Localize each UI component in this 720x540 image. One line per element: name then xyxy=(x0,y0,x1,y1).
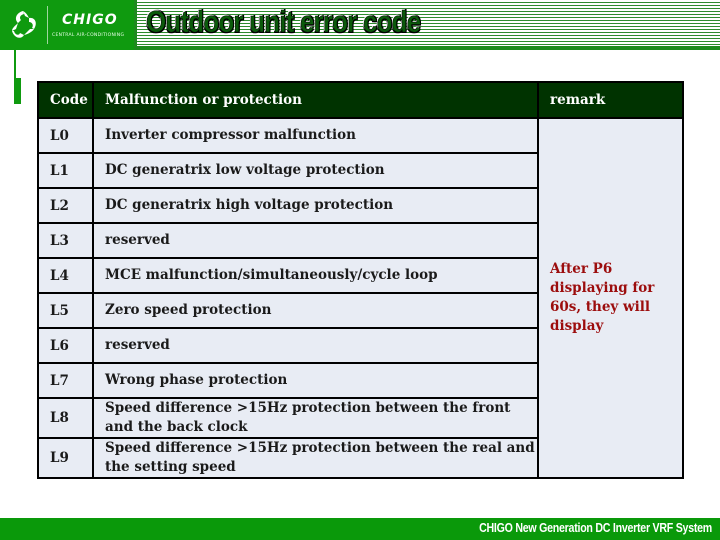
slide-footer: CHIGO New Generation DC Inverter VRF Sys… xyxy=(0,518,720,540)
error-code-table: Code Malfunction or protection remark L0… xyxy=(37,81,684,479)
page-title: Outdoor unit error code xyxy=(146,4,422,40)
error-description: reserved xyxy=(92,327,539,364)
error-description: Wrong phase protection xyxy=(92,362,539,399)
error-code: L5 xyxy=(37,292,94,329)
error-code: L8 xyxy=(37,397,94,439)
error-description: Speed difference >15Hz protection betwee… xyxy=(92,397,539,439)
footer-text: CHIGO New Generation DC Inverter VRF Sys… xyxy=(479,521,712,535)
error-description: Speed difference >15Hz protection betwee… xyxy=(92,437,539,479)
column-header-malfunction: Malfunction or protection xyxy=(92,81,539,119)
header-stripes-edge xyxy=(134,0,137,50)
error-code: L4 xyxy=(37,257,94,294)
error-description: reserved xyxy=(92,222,539,259)
error-description: MCE malfunction/simultaneously/cycle loo… xyxy=(92,257,539,294)
error-code: L6 xyxy=(37,327,94,364)
chigo-swirl-logo-icon xyxy=(12,11,36,38)
remark-cell: After P6 displaying for 60s, they will d… xyxy=(537,117,684,479)
brand-subtitle: CENTRAL AIR-CONDITIONING xyxy=(52,33,125,38)
slide-header: CHIGO CENTRAL AIR-CONDITIONING Outdoor u… xyxy=(0,0,720,50)
column-header-code: Code xyxy=(37,81,94,119)
error-description: DC generatrix high voltage protection xyxy=(92,187,539,224)
logo-divider xyxy=(47,6,48,44)
table-header-row: Code Malfunction or protection remark xyxy=(37,81,684,119)
brand-name: CHIGO xyxy=(62,12,118,28)
accent-bar xyxy=(14,78,21,104)
error-code: L3 xyxy=(37,222,94,259)
error-description: Zero speed protection xyxy=(92,292,539,329)
error-description: DC generatrix low voltage protection xyxy=(92,152,539,189)
error-code: L2 xyxy=(37,187,94,224)
error-code: L7 xyxy=(37,362,94,399)
table-row: L0 Inverter compressor malfunction After… xyxy=(37,117,684,479)
header-underline xyxy=(134,46,720,50)
error-description: Inverter compressor malfunction xyxy=(92,117,539,154)
chigo-logo: CHIGO CENTRAL AIR-CONDITIONING xyxy=(0,0,134,50)
error-code: L0 xyxy=(37,117,94,154)
column-header-remark: remark xyxy=(537,81,684,119)
error-code: L9 xyxy=(37,437,94,479)
error-code: L1 xyxy=(37,152,94,189)
